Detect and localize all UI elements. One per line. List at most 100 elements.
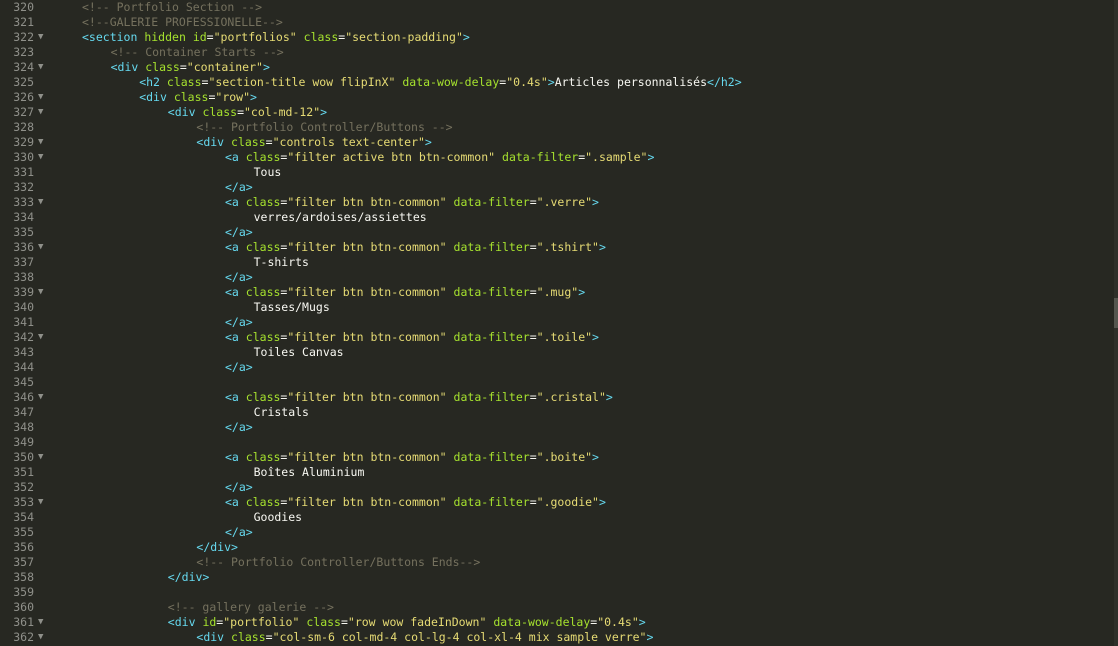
fold-arrow-icon[interactable]: ▼ (38, 150, 48, 165)
fold-arrow-icon[interactable]: ▼ (38, 390, 48, 405)
code-content: <a class = "filter btn btn-common" data-fi… (225, 195, 599, 210)
code-line[interactable]: 332 </a> (0, 180, 1114, 195)
code-line[interactable]: 361 ▼ <div id="portfolio" class="row wow f… (0, 615, 1114, 630)
code-content: <a class = "filter btn btn-common" data-fi… (225, 330, 599, 345)
line-number: 333 (13, 195, 34, 209)
code-line[interactable]: 336 ▼ <a class = "filter btn btn-common" dat… (0, 240, 1114, 255)
code-token: > (605, 390, 613, 404)
code-token: class (245, 390, 281, 404)
code-line[interactable]: 346 ▼ <a class = "filter btn btn-common" dat… (0, 390, 1114, 405)
code-token: T-shirts (253, 255, 309, 269)
code-content: <!--GALERIE PROFESSIONELLE--> (82, 15, 283, 30)
code-token: > (592, 450, 599, 464)
code-line[interactable]: 360 <!-- gallery galerie --> (0, 600, 1114, 615)
code-token: data-filter (453, 285, 530, 299)
fold-arrow-icon[interactable]: ▼ (38, 615, 48, 630)
fold-arrow-icon[interactable]: ▼ (38, 495, 48, 510)
code-line[interactable]: 339 ▼ <a class = "filter btn btn-common" dat… (0, 285, 1114, 300)
code-line[interactable]: 323 <!-- Container Starts --> (0, 45, 1114, 60)
code-content: Tasses/Mugs (254, 300, 330, 315)
fold-arrow-icon[interactable]: ▼ (38, 90, 48, 105)
code-line[interactable]: 329 ▼ <div class="controls text-center"> (0, 135, 1114, 150)
code-line[interactable]: 353 ▼ <a class = "filter btn btn-common" dat… (0, 495, 1114, 510)
code-line[interactable]: 335 </a> (0, 225, 1114, 240)
line-number: 323 (13, 45, 34, 59)
line-number: 358 (13, 570, 34, 584)
line-number: 327 (13, 105, 34, 119)
code-line[interactable]: 324 ▼ <div class="container"> (0, 60, 1114, 75)
code-token: > (462, 30, 470, 44)
code-line[interactable]: 342 ▼ <a class = "filter btn btn-common" dat… (0, 330, 1114, 345)
code-line[interactable]: 350 ▼ <a class = "filter btn btn-common" dat… (0, 450, 1114, 465)
code-line[interactable]: 337 T-shirts (0, 255, 1114, 270)
line-number: 331 (13, 165, 34, 179)
scrollbar-thumb[interactable] (1114, 298, 1118, 328)
fold-arrow-icon[interactable]: ▼ (38, 60, 48, 75)
code-token: "col-md-12" (244, 105, 321, 119)
line-number: 347 (13, 405, 34, 419)
fold-arrow-icon[interactable]: ▼ (38, 135, 48, 150)
code-line[interactable]: 344 </a> (0, 360, 1114, 375)
code-line[interactable]: 356 </div> (0, 540, 1114, 555)
code-line[interactable]: 349 (0, 435, 1114, 450)
code-line[interactable]: 333 ▼ <a class = "filter btn btn-common" dat… (0, 195, 1114, 210)
line-number: 354 (13, 510, 34, 524)
code-line[interactable]: 341 </a> (0, 315, 1114, 330)
code-token: = (529, 390, 537, 404)
fold-arrow-icon[interactable]: ▼ (38, 240, 48, 255)
fold-arrow-icon[interactable]: ▼ (38, 450, 48, 465)
code-line[interactable]: 338 </a> (0, 270, 1114, 285)
code-line[interactable]: 355 </a> (0, 525, 1114, 540)
code-line[interactable]: 326 ▼ <div class="row"> (0, 90, 1114, 105)
fold-arrow-icon[interactable]: ▼ (38, 30, 48, 45)
scrollbar-track[interactable] (1114, 0, 1118, 646)
code-token: <div (167, 105, 196, 119)
code-content: </div> (196, 540, 238, 555)
code-line[interactable]: 359 (0, 585, 1114, 600)
code-line[interactable]: 357 <!-- Portfolio Controller/Buttons End… (0, 555, 1114, 570)
code-content: Cristals (254, 405, 309, 420)
code-token: <section (82, 30, 138, 44)
code-line[interactable]: 358 </div> (0, 570, 1114, 585)
line-number: 350 (13, 450, 34, 464)
fold-arrow-icon[interactable]: ▼ (38, 630, 48, 645)
code-content: </a> (225, 360, 253, 375)
code-line[interactable]: 348 </a> (0, 420, 1114, 435)
code-line[interactable]: 347 Cristals (0, 405, 1114, 420)
line-number: 328 (13, 120, 34, 134)
line-number: 348 (13, 420, 34, 434)
code-line[interactable]: 352 </a> (0, 480, 1114, 495)
fold-arrow-icon[interactable]: ▼ (38, 330, 48, 345)
code-token: > (598, 495, 606, 509)
code-line[interactable]: 340 Tasses/Mugs (0, 300, 1114, 315)
code-content: <div class="col-md-12"> (168, 105, 327, 120)
code-line[interactable]: 331 Tous (0, 165, 1114, 180)
code-line[interactable]: 351 Boîtes Aluminium (0, 465, 1114, 480)
code-line[interactable]: 320 <!-- Portfolio Section --> (0, 0, 1114, 15)
code-content: T-shirts (254, 255, 309, 270)
fold-arrow-icon[interactable]: ▼ (38, 195, 48, 210)
code-content: </a> (225, 315, 253, 330)
code-line[interactable]: 327 ▼ <div class="col-md-12"> (0, 105, 1114, 120)
line-number: 357 (13, 555, 34, 569)
fold-arrow-icon[interactable]: ▼ (38, 105, 48, 120)
code-line[interactable]: 343 Toiles Canvas (0, 345, 1114, 360)
code-line[interactable]: 334 verres/ardoises/assiettes (0, 210, 1114, 225)
code-line[interactable]: 325 <h2 class="section-title wow flipInX"… (0, 75, 1114, 90)
code-line[interactable]: 321 <!--GALERIE PROFESSIONELLE--> (0, 15, 1114, 30)
code-line[interactable]: 345 (0, 375, 1114, 390)
code-editor[interactable]: 320 <!-- Portfolio Section --> 321 <!--GALE… (0, 0, 1118, 646)
code-line[interactable]: 330 ▼ <a class="filter active btn btn-comm… (0, 150, 1114, 165)
code-line[interactable]: 354 Goodies (0, 510, 1114, 525)
code-token: "row wow fadeInDown" (347, 615, 487, 629)
code-line[interactable]: 362 ▼ <div class="col-sm-6 col-md-4 col-lg… (0, 630, 1114, 645)
code-token: </a> (225, 420, 253, 434)
code-line[interactable]: 322 ▼ <section hidden id="portfolios" clas… (0, 30, 1114, 45)
fold-arrow-icon[interactable]: ▼ (38, 285, 48, 300)
code-token: "section-title wow flipInX" (208, 75, 396, 89)
code-line[interactable]: 328 <!-- Portfolio Controller/Buttons --> (0, 120, 1114, 135)
